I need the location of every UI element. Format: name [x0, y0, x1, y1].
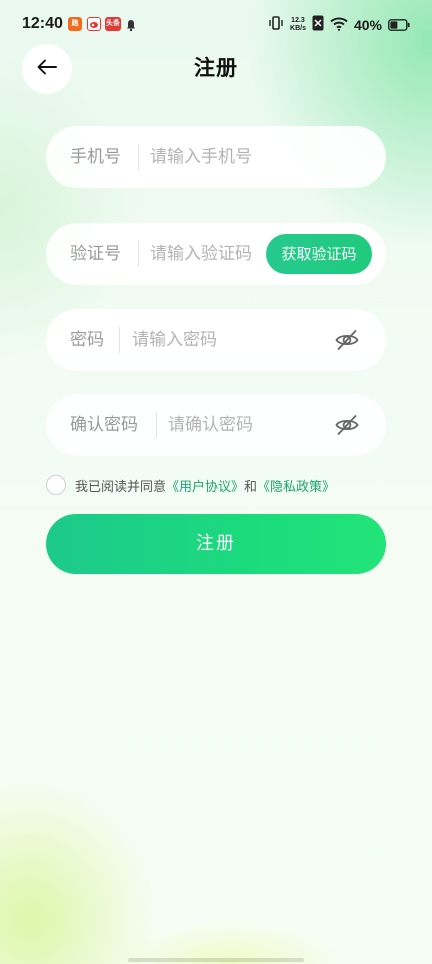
weibo-notification-icon: [87, 17, 101, 31]
phone-input[interactable]: [150, 126, 360, 188]
confirm-password-input[interactable]: [168, 394, 328, 456]
network-speed: 12.3 KB/s: [290, 17, 306, 33]
status-bar: 12:40 跑 头条 12.3 KB/s 40%: [0, 0, 432, 52]
no-sim-icon: [312, 15, 324, 35]
password-label: 密码: [70, 330, 104, 350]
password-field: 密码: [46, 309, 386, 371]
battery-percentage: 40%: [353, 17, 382, 33]
confirm-password-label: 确认密码: [70, 415, 138, 435]
confirm-password-divider: [156, 412, 157, 438]
agreement-prefix: 我已阅读并同意: [75, 479, 167, 495]
vibrate-icon: [268, 15, 284, 35]
phone-label: 手机号: [70, 147, 121, 167]
home-indicator[interactable]: [128, 958, 304, 962]
register-button[interactable]: 注册: [46, 514, 386, 574]
verification-code-divider: [138, 241, 139, 267]
eye-off-icon[interactable]: [334, 412, 360, 438]
battery-icon: [388, 16, 410, 35]
verification-code-label: 验证号: [70, 244, 121, 264]
agreement-checkbox[interactable]: [46, 475, 66, 495]
news-notification-icon: 头条: [105, 17, 121, 31]
get-code-button[interactable]: 获取验证码: [266, 234, 372, 274]
password-input[interactable]: [132, 309, 322, 371]
verification-code-field: 验证号 获取验证码: [46, 223, 386, 285]
phone-divider: [138, 144, 139, 170]
page-title: 注册: [194, 56, 238, 80]
status-time: 12:40: [22, 15, 63, 32]
app-notification-icon: 跑: [68, 17, 82, 31]
status-right-group: 12.3 KB/s 40%: [268, 14, 410, 36]
verification-code-input[interactable]: [150, 223, 260, 285]
bell-icon: [124, 17, 138, 32]
eye-off-icon[interactable]: [334, 327, 360, 353]
network-speed-value: 12.3: [291, 17, 305, 24]
phone-field: 手机号: [46, 126, 386, 188]
privacy-policy-link[interactable]: 《隐私政策》: [257, 476, 335, 495]
wifi-icon: [330, 16, 348, 35]
confirm-password-field: 确认密码: [46, 394, 386, 456]
password-divider: [119, 327, 120, 353]
network-speed-unit: KB/s: [290, 25, 306, 32]
agreement-and: 和: [244, 479, 258, 495]
agreement-row: 我已阅读并同意 《用户协议》 和 《隐私政策》: [46, 473, 335, 497]
user-agreement-link[interactable]: 《用户协议》: [166, 476, 244, 495]
